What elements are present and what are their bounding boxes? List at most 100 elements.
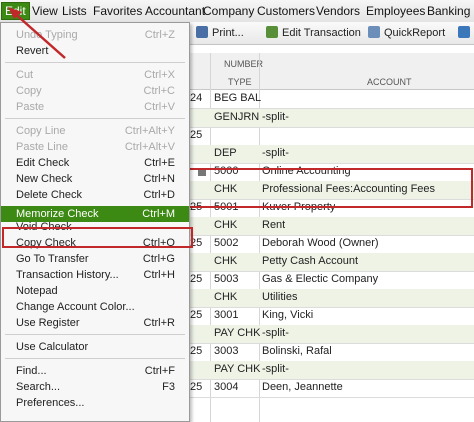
menu-item-undo-typing[interactable]: Undo Typing Ctrl+Z (1, 27, 189, 43)
menu-accountant[interactable]: Accountant (145, 3, 205, 19)
date-cell: 25 (190, 273, 203, 285)
register-row[interactable]: 25 5003 Gas & Electic Company (190, 271, 474, 290)
register-row[interactable]: 25 3003 Bolinski, Rafal (190, 343, 474, 362)
menu-edit[interactable]: Edit (1, 2, 30, 20)
menu-item-paste-line[interactable]: Paste Line Ctrl+Alt+V (1, 139, 189, 155)
register-row[interactable]: PAY CHK -split- (190, 325, 474, 344)
account-cell: Utilities (262, 291, 298, 303)
type-cell: BEG BAL (214, 92, 262, 104)
menu-item-go-to-transfer[interactable]: Go To Transfer Ctrl+G (1, 251, 189, 267)
account-cell: Bolinski, Rafal (262, 345, 332, 357)
menu-separator (5, 358, 185, 359)
number-cell: 5002 (214, 237, 239, 249)
menu-item-use-register[interactable]: Use Register Ctrl+R (1, 315, 189, 331)
edit-menu-dropdown: Undo Typing Ctrl+Z Revert Cut Ctrl+X Copy Ctrl… (0, 22, 193, 422)
type-header: TYPE (228, 77, 252, 87)
menu-item-label: Use Calculator (16, 341, 89, 353)
edit-transaction-button[interactable]: Edit Transaction (266, 25, 361, 41)
menu-lists[interactable]: Lists (62, 3, 87, 19)
account-header: ACCOUNT (367, 77, 412, 87)
menu-item-copy-line[interactable]: Copy Line Ctrl+Alt+Y (1, 123, 189, 139)
register-row[interactable]: 24 BEG BAL (190, 90, 474, 109)
menu-item-paste[interactable]: Paste Ctrl+V (1, 99, 189, 115)
date-cell: 25 (190, 237, 203, 249)
register-row[interactable]: CHK Petty Cash Account (190, 253, 474, 272)
menu-item-label: Paste (16, 101, 45, 113)
menu-item-transaction-history[interactable]: Transaction History... Ctrl+H (1, 267, 189, 283)
menu-item-label: New Check (16, 173, 73, 185)
register-row[interactable]: 25 5002 Deborah Wood (Owner) (190, 235, 474, 254)
quickreport-button[interactable]: QuickReport (368, 25, 445, 41)
menu-item-edit-check[interactable]: Edit Check Ctrl+E (1, 155, 189, 171)
menu-item-notepad[interactable]: Notepad (1, 283, 189, 299)
account-cell: -split- (262, 363, 289, 375)
number-cell: 3003 (214, 345, 239, 357)
menu-item-label: Copy (16, 85, 42, 97)
menu-item-label: Notepad (16, 285, 58, 297)
menu-separator (5, 334, 185, 335)
menu-separator (5, 62, 185, 63)
account-cell: King, Vicki (262, 309, 314, 321)
date-cell: 25 (190, 129, 203, 141)
menu-item-label: Preferences... (16, 397, 85, 409)
menu-separator (5, 118, 185, 119)
menu-item-change-account-color[interactable]: Change Account Color... (1, 299, 189, 315)
menu-favorites[interactable]: Favorites (93, 3, 142, 19)
menu-vendors[interactable]: Vendors (316, 3, 360, 19)
register-row[interactable]: 25 3004 Deen, Jeannette (190, 379, 474, 398)
date-cell: 24 (190, 92, 203, 104)
menu-item-shortcut: F3 (162, 381, 175, 393)
register-header: NUMBER TYPE ACCOUNT (190, 53, 474, 90)
edit-transaction-icon (266, 26, 278, 38)
menu-item-label: Transaction History... (16, 269, 119, 281)
menu-customers[interactable]: Customers (257, 3, 315, 19)
register-row[interactable]: PAY CHK -split- (190, 361, 474, 380)
menu-item-label: Revert (16, 45, 49, 57)
account-cell: Gas & Electic Company (262, 273, 379, 285)
register-row[interactable]: CHK Rent (190, 217, 474, 236)
menu-item-new-check[interactable]: New Check Ctrl+N (1, 171, 189, 187)
number-cell: 3004 (214, 381, 239, 393)
print-button[interactable]: Print... (196, 25, 244, 41)
report-icon (368, 26, 380, 38)
register-row[interactable]: 25 (190, 127, 474, 146)
account-cell: -split- (262, 111, 289, 123)
menu-item-shortcut: Ctrl+C (143, 85, 175, 97)
menu-item-revert[interactable]: Revert (1, 43, 189, 59)
register-row[interactable]: GENJRN -split- (190, 109, 474, 128)
menu-item-shortcut: Ctrl+G (142, 253, 175, 265)
register-row[interactable]: CHK Utilities (190, 289, 474, 308)
menu-item-shortcut: Ctrl+D (143, 189, 175, 201)
menu-item-preferences[interactable]: Preferences... (1, 395, 189, 411)
menu-item-shortcut: Ctrl+X (144, 69, 175, 81)
menu-company[interactable]: Company (203, 3, 254, 19)
menu-item-delete-check[interactable]: Delete Check Ctrl+D (1, 187, 189, 203)
menu-item-copy[interactable]: Copy Ctrl+C (1, 83, 189, 99)
register-row[interactable]: DEP -split- (190, 145, 474, 164)
menu-item-label: Cut (16, 69, 34, 81)
number-cell: 5003 (214, 273, 239, 285)
account-cell: -split- (262, 327, 289, 339)
date-cell: 25 (190, 381, 203, 393)
menu-employees[interactable]: Employees (366, 3, 425, 19)
account-cell: Deen, Jeannette (262, 381, 343, 393)
menu-view[interactable]: View (32, 3, 58, 19)
setup-icon[interactable] (458, 25, 474, 41)
account-cell: Petty Cash Account (262, 255, 358, 267)
type-cell: PAY CHK (214, 363, 261, 375)
menu-item-search[interactable]: Search... F3 (1, 379, 189, 395)
menu-item-label: Change Account Color... (16, 301, 135, 313)
number-cell: 3001 (214, 309, 239, 321)
menu-item-label: Go To Transfer (16, 253, 89, 265)
menu-item-find[interactable]: Find... Ctrl+F (1, 363, 189, 379)
menu-item-shortcut: Ctrl+Alt+V (124, 141, 175, 153)
type-cell: PAY CHK (214, 327, 261, 339)
account-cell: Deborah Wood (Owner) (262, 237, 379, 249)
menu-banking[interactable]: Banking (427, 3, 470, 19)
type-cell: CHK (214, 255, 238, 267)
menu-item-use-calculator[interactable]: Use Calculator (1, 339, 189, 355)
menu-item-shortcut: Ctrl+R (143, 317, 175, 329)
memorize-highlight (2, 227, 193, 248)
register-row[interactable]: 25 3001 King, Vicki (190, 307, 474, 326)
menu-item-cut[interactable]: Cut Ctrl+X (1, 67, 189, 83)
